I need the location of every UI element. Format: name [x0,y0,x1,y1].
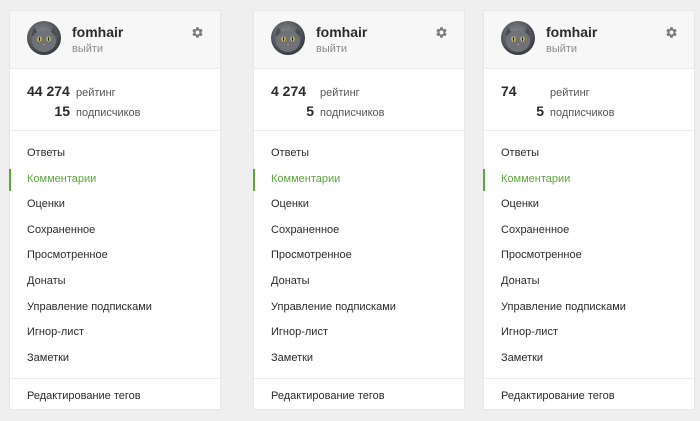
menu-item-comments[interactable]: Комментарии [483,167,694,193]
gear-icon[interactable] [435,26,448,39]
gear-icon[interactable] [191,26,204,39]
profile-menu: Ответы Комментарии Оценки Сохраненное Просмо… [483,131,694,372]
stat-rating[interactable]: 44 274 рейтинг [27,83,116,99]
stat-subscribers[interactable]: 15 подписчиков [27,103,141,119]
menu-item-donations[interactable]: Донаты [254,269,464,295]
stats: 44 274 рейтинг 15 подписчиков [10,69,220,131]
menu-item-ignore-list[interactable]: Игнор-лист [484,320,694,346]
rating-value: 4 274 [271,83,307,99]
username[interactable]: fomhair [316,24,367,40]
menu-item-ratings[interactable]: Оценки [10,192,220,218]
subscribers-label: подписчиков [76,107,141,119]
avatar[interactable] [271,21,305,55]
subscribers-value: 15 [54,103,70,119]
username[interactable]: fomhair [72,24,123,40]
subscribers-label: подписчиков [320,107,385,119]
cat-avatar-icon [275,27,301,52]
profile-panel: fomhair выйти 4 274 рейтинг 5 подписчико… [253,10,465,410]
username[interactable]: fomhair [546,24,597,40]
menu-item-ignore-list[interactable]: Игнор-лист [10,320,220,346]
menu-item-viewed[interactable]: Просмотренное [254,243,464,269]
cat-avatar-icon [31,27,57,52]
avatar[interactable] [27,21,61,55]
stats: 74 рейтинг 5 подписчиков [484,69,694,131]
menu-item-viewed[interactable]: Просмотренное [10,243,220,269]
rating-value: 74 [501,83,517,99]
menu-item-saved[interactable]: Сохраненное [484,218,694,244]
menu-item-answers[interactable]: Ответы [254,141,464,167]
menu-item-answers[interactable]: Ответы [10,141,220,167]
subscribers-value: 5 [536,103,544,119]
menu-item-answers[interactable]: Ответы [484,141,694,167]
menu-item-ratings[interactable]: Оценки [484,192,694,218]
menu-item-donations[interactable]: Донаты [484,269,694,295]
stat-subscribers[interactable]: 5 подписчиков [501,103,615,119]
profile-menu: Ответы Комментарии Оценки Сохраненное Просмо… [253,131,464,372]
profile-header: fomhair выйти [484,11,694,69]
profile-panel: fomhair выйти 44 274 рейтинг 15 подписчи… [9,10,221,410]
edit-tags-link[interactable]: Редактирование тегов [484,379,694,413]
profile-menu: Ответы Комментарии Оценки Сохраненное Просмо… [9,131,220,372]
edit-tags-link[interactable]: Редактирование тегов [254,379,464,413]
subscribers-label: подписчиков [550,107,615,119]
menu-item-subscriptions[interactable]: Управление подписками [484,295,694,321]
edit-tags-link[interactable]: Редактирование тегов [10,379,220,413]
menu-item-ignore-list[interactable]: Игнор-лист [254,320,464,346]
menu-item-comments[interactable]: Комментарии [253,167,464,193]
rating-label: рейтинг [320,87,360,99]
stat-subscribers[interactable]: 5 подписчиков [271,103,385,119]
logout-link[interactable]: выйти [316,43,347,55]
logout-link[interactable]: выйти [72,43,103,55]
rating-label: рейтинг [76,87,116,99]
avatar[interactable] [501,21,535,55]
menu-item-notes[interactable]: Заметки [484,346,694,372]
stat-rating[interactable]: 4 274 рейтинг [271,83,360,99]
stat-rating[interactable]: 74 рейтинг [501,83,590,99]
menu-item-saved[interactable]: Сохраненное [254,218,464,244]
menu-item-donations[interactable]: Донаты [10,269,220,295]
menu-item-viewed[interactable]: Просмотренное [484,243,694,269]
menu-item-notes[interactable]: Заметки [254,346,464,372]
profile-header: fomhair выйти [10,11,220,69]
subscribers-value: 5 [306,103,314,119]
profile-panel: fomhair выйти 74 рейтинг 5 подписчиков О… [483,10,695,410]
rating-value: 44 274 [27,83,70,99]
menu-item-comments[interactable]: Комментарии [9,167,220,193]
menu-item-ratings[interactable]: Оценки [254,192,464,218]
menu-item-subscriptions[interactable]: Управление подписками [254,295,464,321]
stats: 4 274 рейтинг 5 подписчиков [254,69,464,131]
gear-icon[interactable] [665,26,678,39]
stage: fomhair выйти 44 274 рейтинг 15 подписчи… [0,0,700,421]
logout-link[interactable]: выйти [546,43,577,55]
rating-label: рейтинг [550,87,590,99]
menu-item-subscriptions[interactable]: Управление подписками [10,295,220,321]
profile-header: fomhair выйти [254,11,464,69]
menu-item-saved[interactable]: Сохраненное [10,218,220,244]
cat-avatar-icon [505,27,531,52]
menu-item-notes[interactable]: Заметки [10,346,220,372]
